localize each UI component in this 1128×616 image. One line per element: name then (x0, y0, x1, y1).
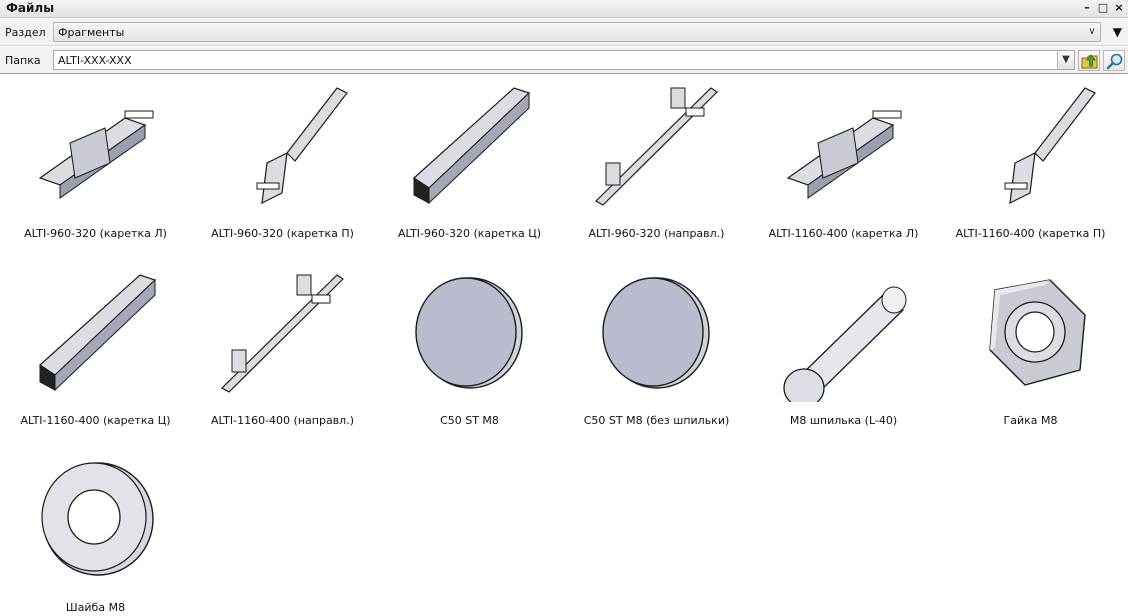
rail-carriage-center-thumbnail (413, 87, 531, 205)
panel-titlebar: Файлы – □ × (0, 0, 1128, 18)
file-tile-label: ALTI-1160-400 (каретка Л) (768, 227, 919, 240)
panel-title: Файлы (6, 1, 55, 15)
file-tile[interactable]: ALTI-960-320 (направл.) (563, 75, 750, 262)
file-thumbnail-grid: ALTI-960-320 (каретка Л) ALTI-960-320 (ка… (0, 75, 1128, 616)
file-tile[interactable]: M8 шпилька (L-40) (750, 262, 937, 449)
file-tile[interactable]: ALTI-1160-400 (каретка Л) (750, 75, 937, 262)
folder-up-button[interactable] (1078, 50, 1100, 71)
file-tile[interactable]: ALTI-1160-400 (каретка Ц) (2, 262, 189, 449)
restore-button[interactable]: □ (1096, 1, 1110, 15)
rail-carriage-right-thumbnail (256, 87, 348, 205)
dropdown-arrow-icon[interactable]: ▼ (1057, 51, 1074, 69)
stud-cylinder-thumbnail (783, 286, 907, 402)
file-tile-label: ALTI-1160-400 (каретка Ц) (20, 414, 171, 427)
file-tile[interactable]: C50 ST M8 (376, 262, 563, 449)
file-tile[interactable]: ALTI-960-320 (каретка П) (189, 75, 376, 262)
section-select[interactable]: Фрагменты ∨ (53, 22, 1101, 42)
folder-row: Папка ALTI-XXX-XXX ▼ (0, 47, 1128, 74)
search-icon (1106, 53, 1123, 70)
rail-guide-thumbnail (221, 274, 344, 393)
folder-label: Папка (5, 54, 41, 67)
file-tile[interactable]: Шайба M8 (2, 449, 189, 616)
disc-thumbnail (602, 277, 710, 389)
file-tile[interactable]: ALTI-1160-400 (каретка П) (937, 75, 1124, 262)
file-tile-label: Гайка M8 (1003, 414, 1058, 427)
rail-carriage-right-thumbnail (1004, 87, 1096, 205)
file-tile[interactable]: C50 ST M8 (без шпильки) (563, 262, 750, 449)
folder-up-icon (1081, 54, 1098, 69)
rail-carriage-left-thumbnail (786, 110, 902, 199)
disc-thumbnail (415, 277, 523, 389)
file-tile-label: C50 ST M8 (без шпильки) (583, 414, 730, 427)
title-buttons: – □ × (1080, 1, 1126, 15)
file-tile-label: ALTI-1160-400 (направл.) (211, 414, 354, 427)
file-tile-label: C50 ST M8 (440, 414, 499, 427)
file-tile[interactable]: ALTI-960-320 (каретка Л) (2, 75, 189, 262)
file-tile-label: ALTI-1160-400 (каретка П) (955, 227, 1106, 240)
section-label: Раздел (5, 26, 46, 39)
close-button[interactable]: × (1112, 1, 1126, 15)
chevron-down-icon[interactable]: ∨ (1084, 23, 1100, 41)
rail-guide-thumbnail (595, 87, 718, 206)
search-button[interactable] (1103, 50, 1125, 71)
file-tile-label: ALTI-960-320 (каретка Л) (24, 227, 167, 240)
file-tile-label: ALTI-960-320 (каретка Ц) (397, 227, 542, 240)
rail-carriage-left-thumbnail (38, 110, 154, 199)
file-tile-label: M8 шпилька (L-40) (789, 414, 898, 427)
rail-carriage-center-thumbnail (39, 274, 157, 392)
file-tile-label: Шайба M8 (65, 601, 126, 614)
hex-nut-thumbnail (989, 279, 1086, 386)
washer-thumbnail (41, 462, 154, 576)
section-select-value: Фрагменты (58, 26, 125, 39)
file-tile-label: ALTI-960-320 (каретка П) (211, 227, 354, 240)
files-panel: Файлы – □ × Раздел Фрагменты ∨ ▼ Папка A… (0, 0, 1128, 616)
file-tile[interactable]: ALTI-1160-400 (направл.) (189, 262, 376, 449)
file-tile-label: ALTI-960-320 (направл.) (588, 227, 725, 240)
minimize-button[interactable]: – (1080, 1, 1094, 15)
folder-select[interactable]: ALTI-XXX-XXX ▼ (53, 50, 1075, 70)
file-tile[interactable]: ALTI-960-320 (каретка Ц) (376, 75, 563, 262)
section-row: Раздел Фрагменты ∨ ▼ (0, 19, 1128, 46)
panel-menu-button[interactable]: ▼ (1113, 25, 1122, 39)
folder-select-value: ALTI-XXX-XXX (58, 54, 132, 67)
file-tile[interactable]: Гайка M8 (937, 262, 1124, 449)
